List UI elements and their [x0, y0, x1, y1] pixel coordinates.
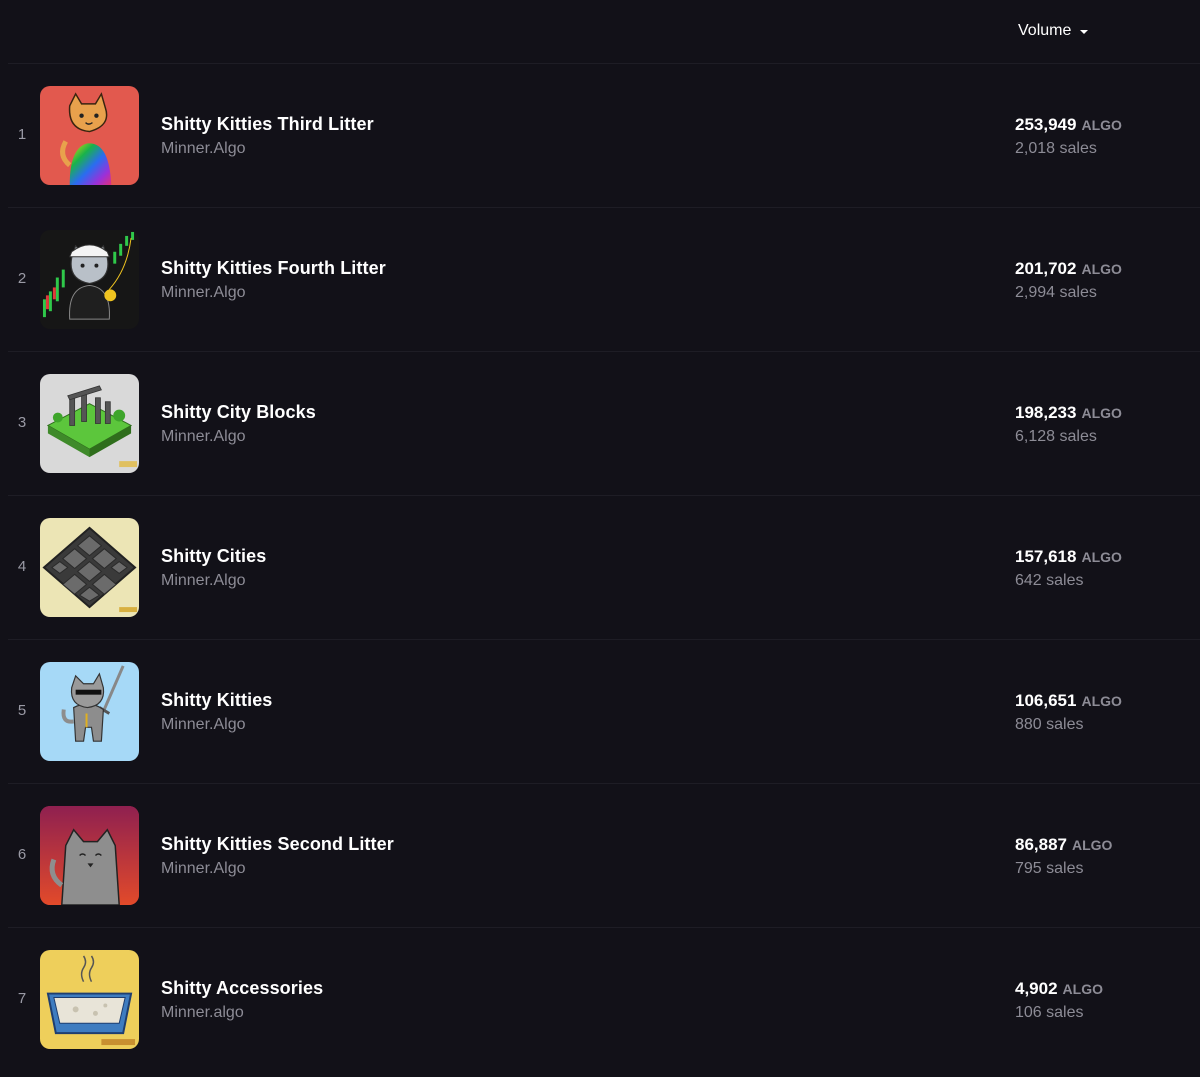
sales-count: 106 sales: [1015, 1004, 1084, 1021]
collection-name[interactable]: Shitty Kitties Second Litter: [161, 834, 394, 855]
volume-number: 86,887: [1015, 835, 1067, 854]
sales-count: 6,128 sales: [1015, 428, 1097, 445]
sales-count: 795 sales: [1015, 860, 1084, 877]
collection-name[interactable]: Shitty Cities: [161, 546, 266, 567]
volume-number: 106,651: [1015, 691, 1077, 710]
volume-value: 106,651 ALGO: [1015, 691, 1122, 711]
rainbow-cat-thumbnail[interactable]: [40, 86, 139, 185]
volume-unit: ALGO: [1081, 261, 1122, 277]
collection-name[interactable]: Shitty Kitties Fourth Litter: [161, 258, 386, 279]
city-grid-thumbnail[interactable]: [40, 518, 139, 617]
sword-cat-thumbnail[interactable]: [40, 662, 139, 761]
volume-value: 86,887 ALGO: [1015, 835, 1112, 855]
collection-row[interactable]: 2 Shitty Kitties Fourth Litter Minner.Al…: [8, 208, 1200, 352]
creator-name[interactable]: Minner.Algo: [161, 860, 246, 878]
collection-row[interactable]: 5 Shitty Kitties Minner.Algo 106,651 ALGO…: [8, 640, 1200, 784]
collection-row[interactable]: 3 Shitty City Blocks Minner.Algo 198,233…: [8, 352, 1200, 496]
list-header: Volume: [8, 0, 1200, 64]
rank-number: 4: [17, 558, 27, 575]
rank-number: 1: [17, 126, 27, 143]
sales-count: 642 sales: [1015, 572, 1084, 589]
sort-label: Volume: [1018, 22, 1072, 39]
volume-value: 201,702 ALGO: [1015, 259, 1122, 279]
volume-unit: ALGO: [1062, 981, 1103, 997]
rank-number: 5: [17, 702, 27, 719]
creator-name[interactable]: Minner.Algo: [161, 428, 246, 446]
collections-ranking-page: Volume 1 Shitty Kitties Third Litter Min…: [0, 0, 1200, 1077]
collection-row[interactable]: 1 Shitty Kitties Third Litter Minner.Alg…: [8, 64, 1200, 208]
city-block-thumbnail[interactable]: [40, 374, 139, 473]
creator-name[interactable]: Minner.Algo: [161, 572, 246, 590]
volume-unit: ALGO: [1081, 405, 1122, 421]
volume-number: 4,902: [1015, 979, 1058, 998]
sales-count: 2,018 sales: [1015, 140, 1097, 157]
collection-name[interactable]: Shitty Kitties: [161, 690, 272, 711]
creator-name[interactable]: Minner.algo: [161, 1004, 244, 1022]
volume-number: 198,233: [1015, 403, 1077, 422]
grey-cat-thumbnail[interactable]: [40, 806, 139, 905]
litter-box-thumbnail[interactable]: [40, 950, 139, 1049]
rank-number: 6: [17, 846, 27, 863]
collection-list: 1 Shitty Kitties Third Litter Minner.Alg…: [8, 64, 1200, 1072]
rank-number: 7: [17, 990, 27, 1007]
collection-row[interactable]: 6 Shitty Kitties Second Litter Minner.Al…: [8, 784, 1200, 928]
creator-name[interactable]: Minner.Algo: [161, 716, 246, 734]
volume-value: 198,233 ALGO: [1015, 403, 1122, 423]
volume-value: 253,949 ALGO: [1015, 115, 1122, 135]
collection-row[interactable]: 4 Shitty Cities Minner.Algo 157,618 ALGO …: [8, 496, 1200, 640]
collection-name[interactable]: Shitty Kitties Third Litter: [161, 114, 374, 135]
rank-number: 3: [17, 414, 27, 431]
volume-value: 157,618 ALGO: [1015, 547, 1122, 567]
creator-name[interactable]: Minner.Algo: [161, 284, 246, 302]
volume-unit: ALGO: [1081, 549, 1122, 565]
collection-row[interactable]: 7 Shitty Accessories Minner.algo 4,902 AL…: [8, 928, 1200, 1072]
volume-sort-dropdown[interactable]: Volume: [1018, 20, 1089, 42]
rank-number: 2: [17, 270, 27, 287]
collection-name[interactable]: Shitty Accessories: [161, 978, 323, 999]
volume-value: 4,902 ALGO: [1015, 979, 1103, 999]
volume-unit: ALGO: [1072, 837, 1113, 853]
volume-unit: ALGO: [1081, 117, 1122, 133]
volume-unit: ALGO: [1081, 693, 1122, 709]
volume-number: 253,949: [1015, 115, 1077, 134]
caret-down-icon: [1080, 30, 1089, 34]
trader-cat-thumbnail[interactable]: [40, 230, 139, 329]
sales-count: 880 sales: [1015, 716, 1084, 733]
sales-count: 2,994 sales: [1015, 284, 1097, 301]
volume-number: 201,702: [1015, 259, 1077, 278]
collection-name[interactable]: Shitty City Blocks: [161, 402, 316, 423]
creator-name[interactable]: Minner.Algo: [161, 140, 246, 158]
volume-number: 157,618: [1015, 547, 1077, 566]
